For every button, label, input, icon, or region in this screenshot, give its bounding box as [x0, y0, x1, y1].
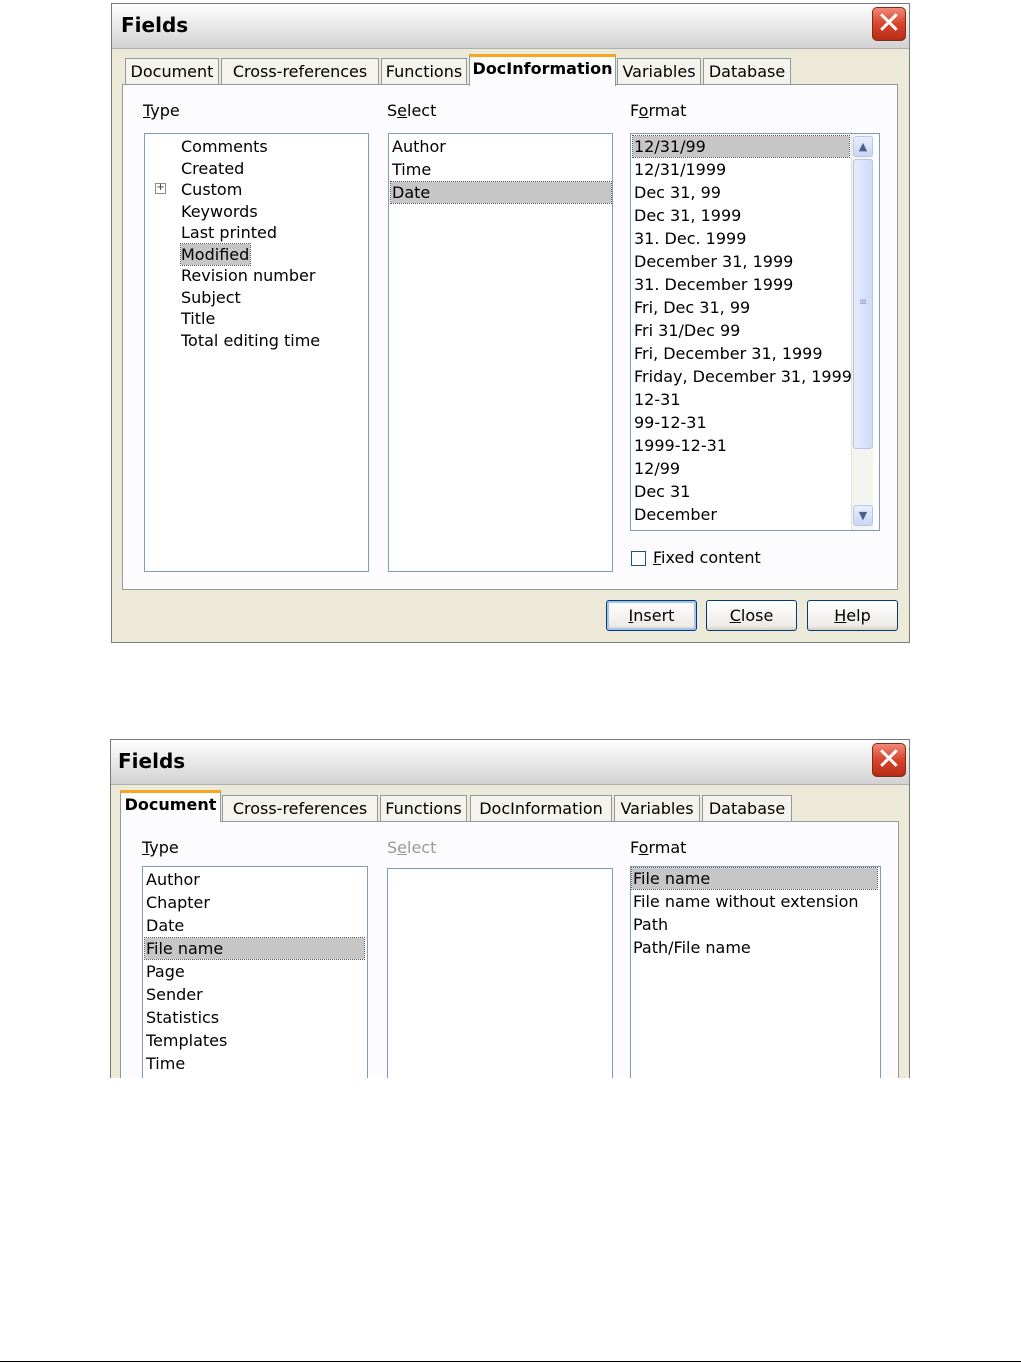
list-item[interactable]: Time: [392, 159, 431, 180]
tab-variables[interactable]: Variables: [617, 58, 701, 85]
list-item[interactable]: Path/File name: [633, 937, 751, 958]
list-item[interactable]: Dec 31, 1999: [634, 205, 741, 226]
scroll-thumb[interactable]: ≡: [853, 159, 873, 449]
tab-cross-references[interactable]: Cross-references: [222, 795, 378, 822]
type-list[interactable]: + Comments Created Custom Keywords Last …: [144, 133, 369, 572]
list-item[interactable]: Fri, Dec 31, 99: [634, 297, 750, 318]
format-list[interactable]: File name File name without extension Pa…: [630, 866, 881, 1078]
list-item[interactable]: Fri, December 31, 1999: [634, 343, 823, 364]
format-scrollbar[interactable]: ▲ ≡ ▼: [851, 134, 873, 530]
fixed-content-checkbox[interactable]: [631, 551, 646, 566]
list-item[interactable]: File name without extension: [633, 891, 859, 912]
insert-button[interactable]: Insert: [606, 600, 697, 631]
tab-panel: Type Select Format Author Chapter Date F…: [120, 821, 899, 1078]
list-item[interactable]: Fri 31/Dec 99: [634, 320, 740, 341]
list-item-selected[interactable]: File name: [631, 867, 878, 890]
close-window-button[interactable]: ✕: [872, 7, 906, 41]
tab-cross-references[interactable]: Cross-references: [221, 58, 379, 85]
fixed-content-label[interactable]: Fixed content: [653, 548, 761, 567]
list-item[interactable]: 12-31: [634, 389, 681, 410]
list-item[interactable]: Path: [633, 914, 668, 935]
dialog-title: Fields: [121, 13, 189, 37]
fields-dialog: Fields ✕ Document Cross-references Funct…: [111, 3, 910, 643]
list-item[interactable]: Author: [146, 869, 200, 890]
plus-expander-icon[interactable]: +: [155, 183, 166, 194]
scroll-up-button[interactable]: ▲: [853, 136, 873, 157]
list-item[interactable]: 31. Dec. 1999: [634, 228, 746, 249]
select-list[interactable]: Author Time Date: [388, 133, 613, 572]
list-item[interactable]: Title: [181, 308, 215, 329]
list-item[interactable]: Subject: [181, 287, 241, 308]
fields-dialog-2: Fields ✕ Document Cross-references Funct…: [110, 739, 910, 1078]
close-x-icon: ✕: [876, 6, 902, 41]
fields-dialog-cropped: Fields ✕ Document Cross-references Funct…: [110, 739, 910, 1078]
list-item[interactable]: Statistics: [146, 1007, 219, 1028]
up-arrow-icon: ▲: [858, 140, 868, 153]
tab-database[interactable]: Database: [703, 58, 791, 85]
list-item[interactable]: Time: [146, 1053, 185, 1074]
scroll-down-button[interactable]: ▼: [853, 505, 873, 526]
format-label: Format: [630, 101, 687, 120]
list-item[interactable]: Page: [146, 961, 185, 982]
format-label: Format: [630, 838, 687, 857]
select-label: Select: [387, 838, 437, 857]
list-item[interactable]: 31. December 1999: [634, 274, 793, 295]
close-button[interactable]: Close: [706, 600, 797, 631]
tab-functions[interactable]: Functions: [381, 58, 467, 85]
down-arrow-icon: ▼: [858, 509, 868, 522]
list-item[interactable]: Templates: [146, 1030, 227, 1051]
title-bar: Fields ✕: [112, 4, 909, 49]
tab-variables[interactable]: Variables: [614, 795, 700, 822]
list-item[interactable]: 1999-12-31: [634, 435, 727, 456]
list-item[interactable]: 12/31/1999: [634, 159, 726, 180]
list-item[interactable]: December: [634, 504, 717, 525]
list-item[interactable]: 99-12-31: [634, 412, 707, 433]
title-bar: Fields ✕: [111, 740, 909, 785]
list-item[interactable]: 12/99: [634, 458, 680, 479]
list-item[interactable]: Dec 31, 99: [634, 182, 721, 203]
list-item[interactable]: Sender: [146, 984, 203, 1005]
tab-docinformation[interactable]: DocInformation: [470, 795, 612, 822]
list-item[interactable]: Comments: [181, 136, 268, 157]
list-item[interactable]: Friday, December 31, 1999: [634, 366, 852, 387]
page-bottom-rule: [0, 1361, 1021, 1362]
list-item-selected[interactable]: 12/31/99: [632, 135, 850, 158]
list-item-selected[interactable]: Date: [390, 181, 612, 204]
format-list[interactable]: 12/31/99 12/31/1999 Dec 31, 99 Dec 31, 1…: [630, 133, 880, 531]
list-item[interactable]: Date: [146, 915, 184, 936]
list-item[interactable]: Dec 31: [634, 481, 690, 502]
select-list[interactable]: [387, 868, 613, 1078]
tab-docinformation[interactable]: DocInformation: [469, 54, 616, 86]
list-item[interactable]: Revision number: [181, 265, 315, 286]
list-item[interactable]: December 31, 1999: [634, 251, 793, 272]
list-item[interactable]: Created: [181, 158, 244, 179]
tab-document[interactable]: Document: [120, 790, 221, 822]
tab-panel: Type Select Format + Comments Created Cu…: [122, 84, 898, 590]
list-item[interactable]: Chapter: [146, 892, 210, 913]
tab-functions[interactable]: Functions: [380, 795, 467, 822]
list-item[interactable]: Total editing time: [181, 330, 320, 351]
list-item[interactable]: Last printed: [181, 222, 277, 243]
tab-document[interactable]: Document: [125, 58, 219, 85]
close-window-button[interactable]: ✕: [872, 743, 906, 777]
type-label: Type: [143, 101, 180, 120]
help-button[interactable]: Help: [807, 600, 898, 631]
tab-database[interactable]: Database: [702, 795, 792, 822]
select-label: Select: [387, 101, 437, 120]
list-item-selected[interactable]: File name: [144, 937, 365, 960]
type-label: Type: [142, 838, 179, 857]
close-x-icon: ✕: [876, 742, 902, 777]
list-item[interactable]: Keywords: [181, 201, 258, 222]
list-item[interactable]: Author: [392, 136, 446, 157]
grip-icon: ≡: [859, 297, 868, 308]
type-list[interactable]: Author Chapter Date File name Page Sende…: [142, 866, 368, 1078]
list-item[interactable]: Custom: [181, 179, 242, 200]
list-item-selected[interactable]: Modified: [179, 243, 252, 266]
dialog-title: Fields: [118, 749, 186, 773]
